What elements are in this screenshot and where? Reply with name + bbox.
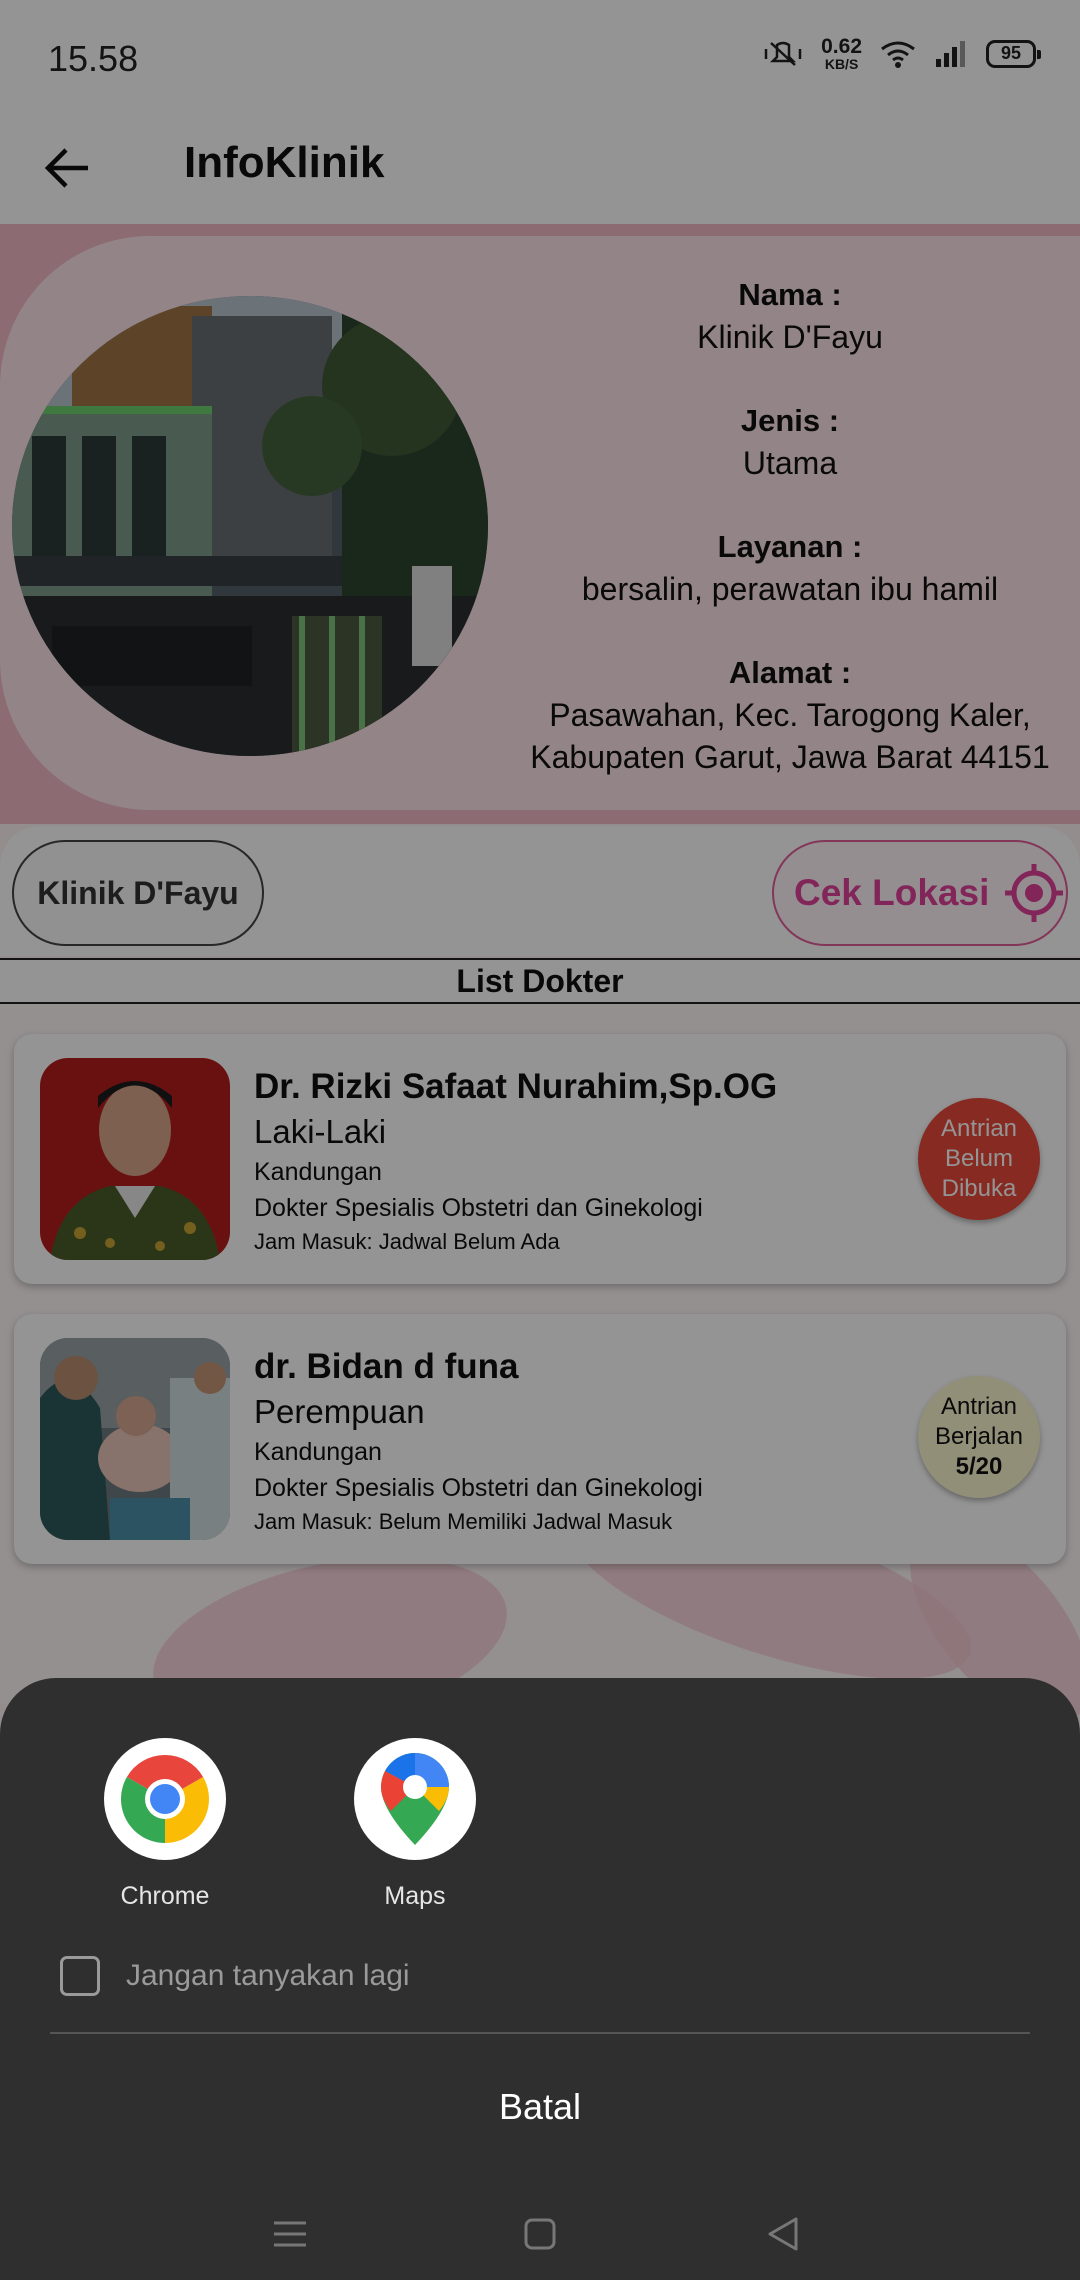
app-option-maps[interactable]: Maps xyxy=(315,1738,515,1911)
back-triangle-icon[interactable] xyxy=(764,2214,804,2254)
remember-choice[interactable]: Jangan tanyakan lagi xyxy=(60,1956,410,1996)
menu-icon[interactable] xyxy=(270,2214,310,2254)
system-nav-bar xyxy=(0,2190,1080,2280)
remember-checkbox[interactable] xyxy=(60,1956,100,1996)
app-label-maps: Maps xyxy=(384,1882,446,1910)
app-label-chrome: Chrome xyxy=(120,1882,210,1910)
screen: 15.58 0.62 KB/S 95 InfoKlinik Nama: Kli… xyxy=(0,0,1080,2280)
sheet-divider xyxy=(50,2032,1030,2034)
chrome-icon xyxy=(104,1738,226,1860)
open-with-sheet: Chrome Maps Jangan tanyakan lagi Batal xyxy=(0,1678,1080,2280)
home-icon[interactable] xyxy=(520,2214,560,2254)
remember-label: Jangan tanyakan lagi xyxy=(126,1959,410,1992)
maps-icon xyxy=(354,1738,476,1860)
app-option-chrome[interactable]: Chrome xyxy=(65,1738,265,1911)
cancel-button[interactable]: Batal xyxy=(0,2086,1080,2128)
